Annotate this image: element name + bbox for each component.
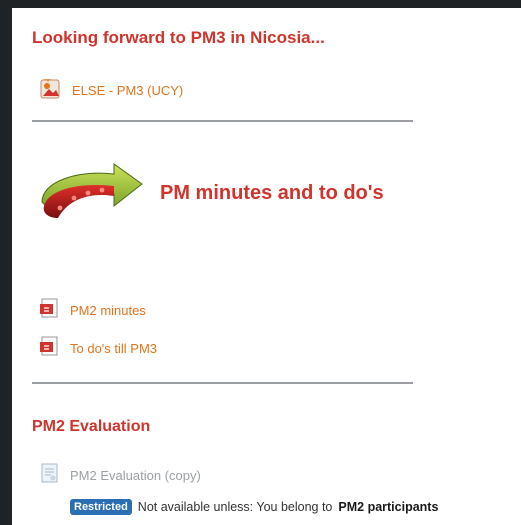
banner-title: PM minutes and to do's (160, 182, 384, 204)
resource-link[interactable]: ELSE - PM3 (UCY) (72, 83, 183, 98)
resource-else-pm3[interactable]: ELSE - PM3 (UCY) (40, 76, 183, 105)
pm2-minutes-link[interactable]: PM2 minutes (70, 303, 146, 318)
course-content: Looking forward to PM3 in Nicosia... ELS… (12, 8, 521, 525)
pm2-evaluation-link[interactable]: PM2 Evaluation (copy) (70, 468, 201, 483)
activity-pm2-evaluation[interactable]: PM2 Evaluation (copy) (40, 462, 201, 489)
todos-link[interactable]: To do's till PM3 (70, 341, 157, 356)
minutes-banner: PM minutes and to do's (30, 156, 500, 236)
section-divider (32, 382, 413, 384)
restriction-info: Restricted Not available unless: You bel… (70, 499, 438, 515)
pdf-icon (40, 335, 60, 362)
section-title-evaluation: PM2 Evaluation (32, 418, 151, 435)
pdf-icon (40, 297, 60, 324)
resource-pm2-minutes[interactable]: PM2 minutes (40, 297, 146, 324)
restricted-badge: Restricted (70, 499, 132, 515)
image-file-icon (40, 76, 62, 105)
restriction-group: PM2 participants (338, 500, 439, 514)
restriction-text: Not available unless: You belong to (137, 500, 333, 514)
section-title-pm3: Looking forward to PM3 in Nicosia... (32, 28, 325, 47)
section-divider (32, 120, 413, 122)
feedback-icon (40, 462, 60, 489)
resource-todos[interactable]: To do's till PM3 (40, 335, 157, 362)
